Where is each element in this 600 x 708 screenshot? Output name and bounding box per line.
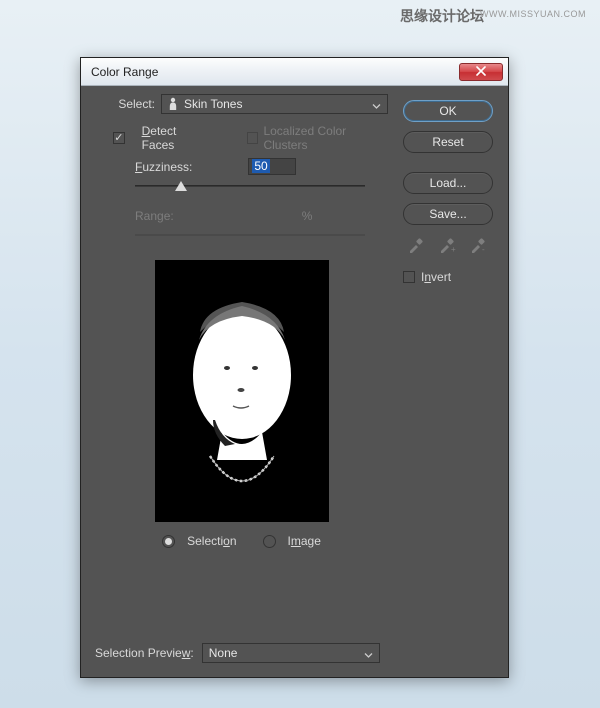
selection-preview-label: Selection Preview:: [95, 646, 194, 660]
detect-faces-checkbox[interactable]: [113, 132, 125, 144]
localized-checkbox: [247, 132, 259, 144]
fuzziness-input[interactable]: 50: [248, 158, 296, 175]
watermark-url: WWW.MISSYUAN.COM: [480, 9, 586, 19]
reset-button[interactable]: Reset: [403, 131, 493, 153]
fuzziness-slider[interactable]: [135, 185, 365, 187]
save-button[interactable]: Save...: [403, 203, 493, 225]
svg-text:-: -: [482, 245, 485, 254]
detect-faces-label: Detect Faces: [142, 124, 210, 152]
selection-preview-dropdown[interactable]: None: [202, 643, 380, 663]
range-input: [246, 207, 294, 224]
slider-thumb[interactable]: [175, 181, 187, 191]
close-icon: [476, 65, 486, 79]
load-button[interactable]: Load...: [403, 172, 493, 194]
eyedropper-icon: [405, 234, 427, 256]
eyedropper-plus-icon: +: [436, 234, 458, 256]
selection-preview-value: None: [209, 646, 238, 660]
range-label: Range:: [135, 209, 174, 223]
dialog-title: Color Range: [91, 65, 459, 79]
watermark-text: 思缘设计论坛: [400, 6, 484, 26]
ok-button[interactable]: OK: [403, 100, 493, 122]
select-value: Skin Tones: [184, 97, 242, 111]
close-button[interactable]: [459, 63, 503, 81]
select-dropdown[interactable]: Skin Tones: [161, 94, 388, 114]
chevron-down-icon: [372, 100, 381, 114]
radio-image-label: Image: [288, 534, 321, 548]
svg-text:+: +: [451, 245, 456, 254]
fuzziness-label: Fuzziness:: [135, 160, 192, 174]
invert-checkbox[interactable]: [403, 271, 415, 283]
range-pct: %: [302, 209, 313, 223]
localized-label: Localized Color Clusters: [263, 124, 388, 152]
radio-selection[interactable]: [162, 535, 175, 548]
selection-preview-image: [155, 260, 329, 522]
preview-svg: [155, 260, 329, 522]
chevron-down-icon: [364, 649, 373, 663]
radio-selection-label: Selection: [187, 534, 236, 548]
select-label: Select:: [95, 97, 161, 111]
eyedropper-minus-icon: -: [467, 234, 489, 256]
person-icon: [168, 97, 178, 111]
radio-image[interactable]: [263, 535, 276, 548]
color-range-dialog: Color Range Select: Skin Tones: [80, 57, 509, 678]
invert-label: Invert: [421, 270, 451, 284]
titlebar: Color Range: [81, 58, 508, 86]
range-slider: [135, 234, 365, 236]
